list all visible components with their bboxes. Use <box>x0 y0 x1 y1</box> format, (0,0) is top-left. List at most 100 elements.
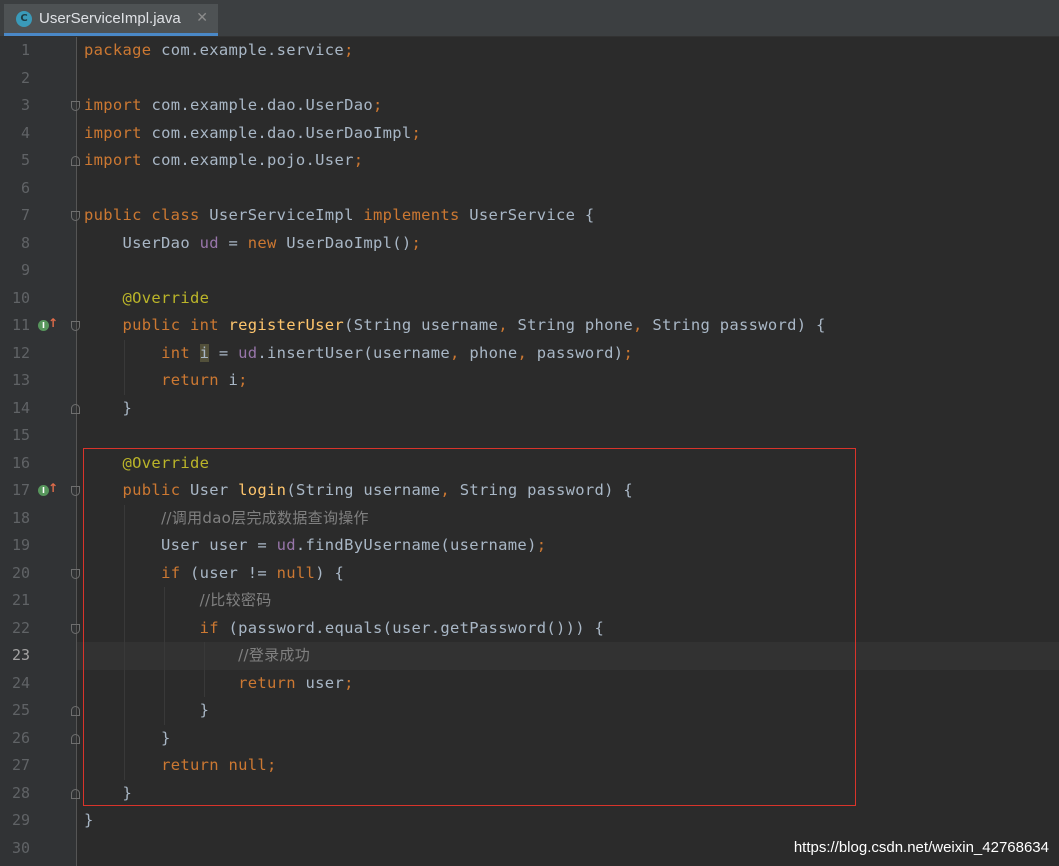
fold-expanded-icon[interactable] <box>71 623 80 634</box>
code-token: UserService { <box>469 206 595 224</box>
line-number: 11 <box>11 316 30 334</box>
code-token: ; <box>372 96 383 114</box>
line-number: 15 <box>11 426 30 444</box>
code-token: com.example.dao.UserDao <box>151 96 373 114</box>
code-line[interactable]: } <box>84 395 132 423</box>
line-number: 18 <box>11 508 30 527</box>
code-token: ; <box>411 233 422 252</box>
highlight-box <box>83 448 856 806</box>
code-token: @Override <box>122 288 210 307</box>
code-token: UserDaoImpl() <box>286 233 412 252</box>
code-token: com.example.service <box>161 41 345 59</box>
fold-expanded-icon[interactable] <box>71 568 80 579</box>
code-token: ; <box>623 343 634 362</box>
code-token: phone <box>469 343 518 362</box>
code-line[interactable]: package com.example.service; <box>84 37 354 65</box>
code-line[interactable]: import com.example.pojo.User; <box>84 147 363 175</box>
code-token: return <box>161 371 229 389</box>
code-token: implements <box>363 206 470 224</box>
code-token: import <box>84 151 152 169</box>
line-number: 20 <box>11 563 30 582</box>
code-token: com.example.dao.UserDaoImpl <box>151 123 412 142</box>
code-line[interactable]: import com.example.dao.UserDaoImpl; <box>84 120 421 148</box>
line-number: 27 <box>11 756 30 774</box>
code-token: int <box>161 343 200 362</box>
code-token: , <box>633 316 653 334</box>
code-token: import <box>84 123 152 142</box>
code-token: import <box>84 96 152 114</box>
code-token: com.example.pojo.User <box>151 151 354 169</box>
code-token: = <box>209 343 239 362</box>
code-line[interactable]: import com.example.dao.UserDao; <box>84 92 383 120</box>
code-token: ; <box>344 41 354 59</box>
line-number: 14 <box>11 398 30 417</box>
code-line[interactable]: int i = ud.insertUser(username, phone, p… <box>84 340 633 368</box>
line-number: 6 <box>20 178 30 197</box>
code-token: ud <box>199 233 219 252</box>
fold-end-icon[interactable] <box>71 156 80 166</box>
line-number: 16 <box>11 453 30 472</box>
line-number: 25 <box>11 701 30 719</box>
go-to-super-arrow-icon[interactable]: ↑ <box>48 481 58 495</box>
line-number: 3 <box>20 96 30 114</box>
go-to-super-arrow-icon[interactable]: ↑ <box>48 316 58 330</box>
line-number: 1 <box>20 41 30 59</box>
code-token: password) <box>536 343 624 362</box>
code-token: String password) { <box>652 316 826 334</box>
code-line[interactable]: public int registerUser(String username,… <box>84 312 826 340</box>
line-number: 10 <box>11 288 30 307</box>
code-token: String phone <box>517 316 634 334</box>
line-number: 17 <box>11 481 30 499</box>
line-number: 4 <box>20 123 30 142</box>
code-token: new <box>247 233 287 252</box>
line-number: 9 <box>20 261 30 279</box>
line-number: 5 <box>20 151 30 169</box>
code-token: i <box>228 371 239 389</box>
code-token: .insertUser(username <box>257 343 451 362</box>
code-token: , <box>517 343 537 362</box>
line-number: 7 <box>20 206 30 224</box>
fold-expanded-icon[interactable] <box>71 101 80 111</box>
fold-end-icon[interactable] <box>71 706 80 716</box>
code-token: } <box>84 398 133 417</box>
code-line[interactable]: return i; <box>84 367 248 395</box>
code-token: ; <box>353 151 364 169</box>
code-line[interactable]: UserDao ud = new UserDaoImpl(); <box>84 230 421 258</box>
code-line[interactable]: } <box>84 807 94 835</box>
close-icon[interactable]: ✕ <box>196 10 208 26</box>
code-token: registerUser <box>228 316 345 334</box>
line-number: 22 <box>11 618 30 637</box>
code-token: package <box>84 41 162 59</box>
code-token: UserDao <box>84 233 200 252</box>
line-number: 29 <box>11 811 30 829</box>
line-number: 8 <box>20 233 30 252</box>
fold-end-icon[interactable] <box>71 788 80 799</box>
indent-guide <box>124 339 125 395</box>
code-token: ; <box>411 123 422 142</box>
code-token: public class <box>84 206 210 224</box>
fold-end-icon[interactable] <box>71 403 80 414</box>
line-number: 13 <box>11 371 30 389</box>
code-token: , <box>450 343 470 362</box>
tab-userserviceimpl[interactable]: C UserServiceImpl.java ✕ <box>4 4 218 36</box>
editor-tab-bar: C UserServiceImpl.java ✕ <box>0 0 1059 37</box>
fold-end-icon[interactable] <box>71 733 80 744</box>
code-line[interactable]: @Override <box>84 285 209 313</box>
code-token: = <box>218 233 248 252</box>
line-number: 2 <box>20 68 30 87</box>
line-number: 28 <box>11 783 30 802</box>
tab-title: UserServiceImpl.java <box>39 10 181 27</box>
fold-expanded-icon[interactable] <box>71 486 80 496</box>
fold-expanded-icon[interactable] <box>71 211 80 221</box>
fold-expanded-icon[interactable] <box>71 321 80 331</box>
code-token: } <box>84 811 94 829</box>
code-token: public int <box>122 316 229 334</box>
line-number: 19 <box>11 536 30 554</box>
code-line[interactable]: public class UserServiceImpl implements … <box>84 202 595 230</box>
code-token: ud <box>238 343 258 362</box>
watermark: https://blog.csdn.net/weixin_42768634 <box>793 839 1049 856</box>
code-token: i <box>199 343 210 362</box>
